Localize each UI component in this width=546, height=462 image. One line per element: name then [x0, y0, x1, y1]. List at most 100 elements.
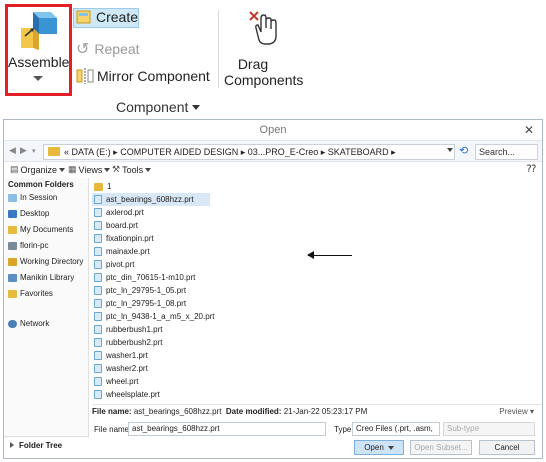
assemble-dropdown-arrow[interactable]: [33, 76, 43, 81]
cancel-button[interactable]: Cancel: [479, 440, 535, 455]
open-button[interactable]: Open: [354, 440, 404, 455]
component-group-text: Component: [116, 99, 189, 115]
repeat-button[interactable]: ↺ Repeat: [76, 39, 140, 59]
computer-icon: [8, 241, 17, 250]
file-row[interactable]: wheel.prt: [92, 375, 138, 388]
left-item-working-directory[interactable]: Working Directory: [8, 257, 83, 266]
create-button[interactable]: Create: [76, 9, 138, 25]
forward-arrow-icon[interactable]: ▶: [20, 145, 27, 156]
file-name-input[interactable]: ast_bearings_608hzz.prt: [128, 422, 326, 436]
path-text: « DATA (E:) ▸ COMPUTER AIDED DESIGN ▸ 03…: [64, 147, 396, 157]
part-file-icon: [94, 299, 102, 308]
views-menu[interactable]: ▦ Views: [68, 164, 111, 175]
views-label: Views: [78, 164, 103, 175]
file-name: board.prt: [106, 221, 139, 230]
left-item-favorites[interactable]: Favorites: [8, 289, 53, 298]
search-input[interactable]: Search...: [475, 144, 538, 160]
repeat-icon: ↺: [76, 41, 90, 58]
component-group-label[interactable]: Component: [116, 99, 201, 115]
file-row[interactable]: ptc_ln_29795-1_05.prt: [92, 284, 186, 297]
mirror-component-button[interactable]: Mirror Component: [76, 68, 210, 84]
back-arrow-icon[interactable]: ◀: [9, 145, 16, 156]
manikin-library-icon: [8, 273, 17, 282]
file-row[interactable]: axlerod.prt: [92, 206, 144, 219]
type-label: Type: [334, 425, 352, 434]
file-row[interactable]: ast_bearings_608hzz.prt: [92, 193, 210, 206]
views-icon: ▦: [68, 164, 77, 174]
help-icon[interactable]: ⁇: [527, 164, 536, 175]
info-date-label: Date modified:: [225, 407, 282, 416]
left-item-label: My Documents: [20, 225, 74, 234]
chevron-down-icon: [104, 167, 111, 172]
refresh-icon[interactable]: ⟲: [459, 144, 473, 159]
preview-toggle[interactable]: Preview ▾: [499, 405, 534, 419]
file-row[interactable]: pivot.prt: [92, 258, 134, 271]
dialog-toolbar: ▤ Organize ▦ Views ⚒ Tools ⁇: [4, 162, 542, 178]
file-row[interactable]: mainaxle.prt: [92, 245, 150, 258]
file-name: ptc_ln_29795-1_05.prt: [106, 286, 187, 295]
organize-menu[interactable]: ▤ Organize: [10, 164, 66, 175]
info-file-name-value: ast_bearings_608hzz.prt: [133, 407, 222, 416]
part-file-icon: [94, 260, 102, 269]
part-file-icon: [94, 208, 102, 217]
tools-label: Tools: [122, 164, 144, 175]
file-row[interactable]: ptc_din_70615-1-m10.prt: [92, 271, 195, 284]
open-subset-button[interactable]: Open Subset...: [410, 440, 472, 455]
desktop-icon: [8, 209, 17, 218]
file-row[interactable]: ptc_ln_29795-1_08.prt: [92, 297, 186, 310]
file-row[interactable]: board.prt: [92, 219, 138, 232]
left-item-network[interactable]: Network: [8, 319, 49, 328]
history-dropdown-icon[interactable]: ▾: [32, 147, 36, 155]
file-name: wheel.prt: [106, 377, 139, 386]
file-name: ptc_ln_9438-1_a_m5_x_20.prt: [106, 312, 215, 321]
path-dropdown-icon[interactable]: [447, 148, 453, 152]
common-folders-header: Common Folders: [8, 180, 74, 189]
assemble-button-label[interactable]: Assemble: [8, 54, 69, 70]
file-row[interactable]: wheelsplate.prt: [92, 388, 160, 401]
file-row[interactable]: ptc_ln_9438-1_a_m5_x_20.prt: [92, 310, 215, 323]
chevron-down-icon: [145, 167, 152, 172]
ribbon-separator: [218, 10, 219, 88]
organize-icon: ▤: [10, 164, 19, 174]
file-row[interactable]: rubberbush2.prt: [92, 336, 162, 349]
tools-menu[interactable]: ⚒ Tools: [112, 164, 152, 175]
close-icon[interactable]: ✕: [524, 120, 534, 140]
file-name: ptc_ln_29795-1_08.prt: [106, 299, 187, 308]
left-item-in-session[interactable]: In Session: [8, 193, 57, 202]
file-name-label: File name:: [94, 425, 132, 434]
annotation-arrow: [307, 251, 352, 259]
part-file-icon: [94, 377, 102, 386]
part-file-icon: [94, 338, 102, 347]
path-breadcrumb[interactable]: « DATA (E:) ▸ COMPUTER AIDED DESIGN ▸ 03…: [43, 144, 455, 160]
file-row[interactable]: washer1.prt: [92, 349, 148, 362]
folder-up-row[interactable]: 1: [92, 180, 111, 193]
part-file-icon: [94, 312, 102, 321]
info-file-name-label: File name:: [92, 407, 132, 416]
organize-label: Organize: [20, 164, 58, 175]
dialog-title: Open: [259, 124, 287, 136]
folder-icon: [94, 182, 103, 191]
subtype-select[interactable]: Sub-type: [443, 422, 535, 436]
drag-components-label[interactable]: Drag Components: [224, 56, 303, 88]
part-file-icon: [94, 273, 102, 282]
part-file-icon: [94, 247, 102, 256]
left-item-my-documents[interactable]: My Documents: [8, 225, 73, 234]
file-name: washer2.prt: [106, 364, 148, 373]
assemble-icon: [21, 12, 57, 50]
address-bar: ◀ ▶ ▾ « DATA (E:) ▸ COMPUTER AIDED DESIG…: [4, 140, 542, 162]
left-item-desktop[interactable]: Desktop: [8, 209, 49, 218]
file-row[interactable]: fixationpin.prt: [92, 232, 154, 245]
dialog-bottom-bar: File name: ast_bearings_608hzz.prt Type …: [90, 418, 542, 458]
left-item-label: Desktop: [20, 209, 50, 218]
mirror-component-icon: [76, 68, 94, 84]
drag-components-hand-icon[interactable]: [247, 10, 281, 46]
folder-tree-toggle[interactable]: Folder Tree: [4, 436, 89, 458]
file-row[interactable]: washer2.prt: [92, 362, 148, 375]
file-list: 1 ast_bearings_608hzz.prt axlerod.prt bo…: [92, 178, 540, 402]
type-select[interactable]: Creo Files (.prt, .asm,: [352, 422, 440, 436]
left-item-florin-pc[interactable]: florin-pc: [8, 241, 48, 250]
left-item-manikin-library[interactable]: Manikin Library: [8, 273, 74, 282]
dialog-titlebar: Open ✕: [4, 120, 542, 140]
chevron-down-icon: [59, 167, 66, 172]
file-row[interactable]: rubberbush1.prt: [92, 323, 162, 336]
